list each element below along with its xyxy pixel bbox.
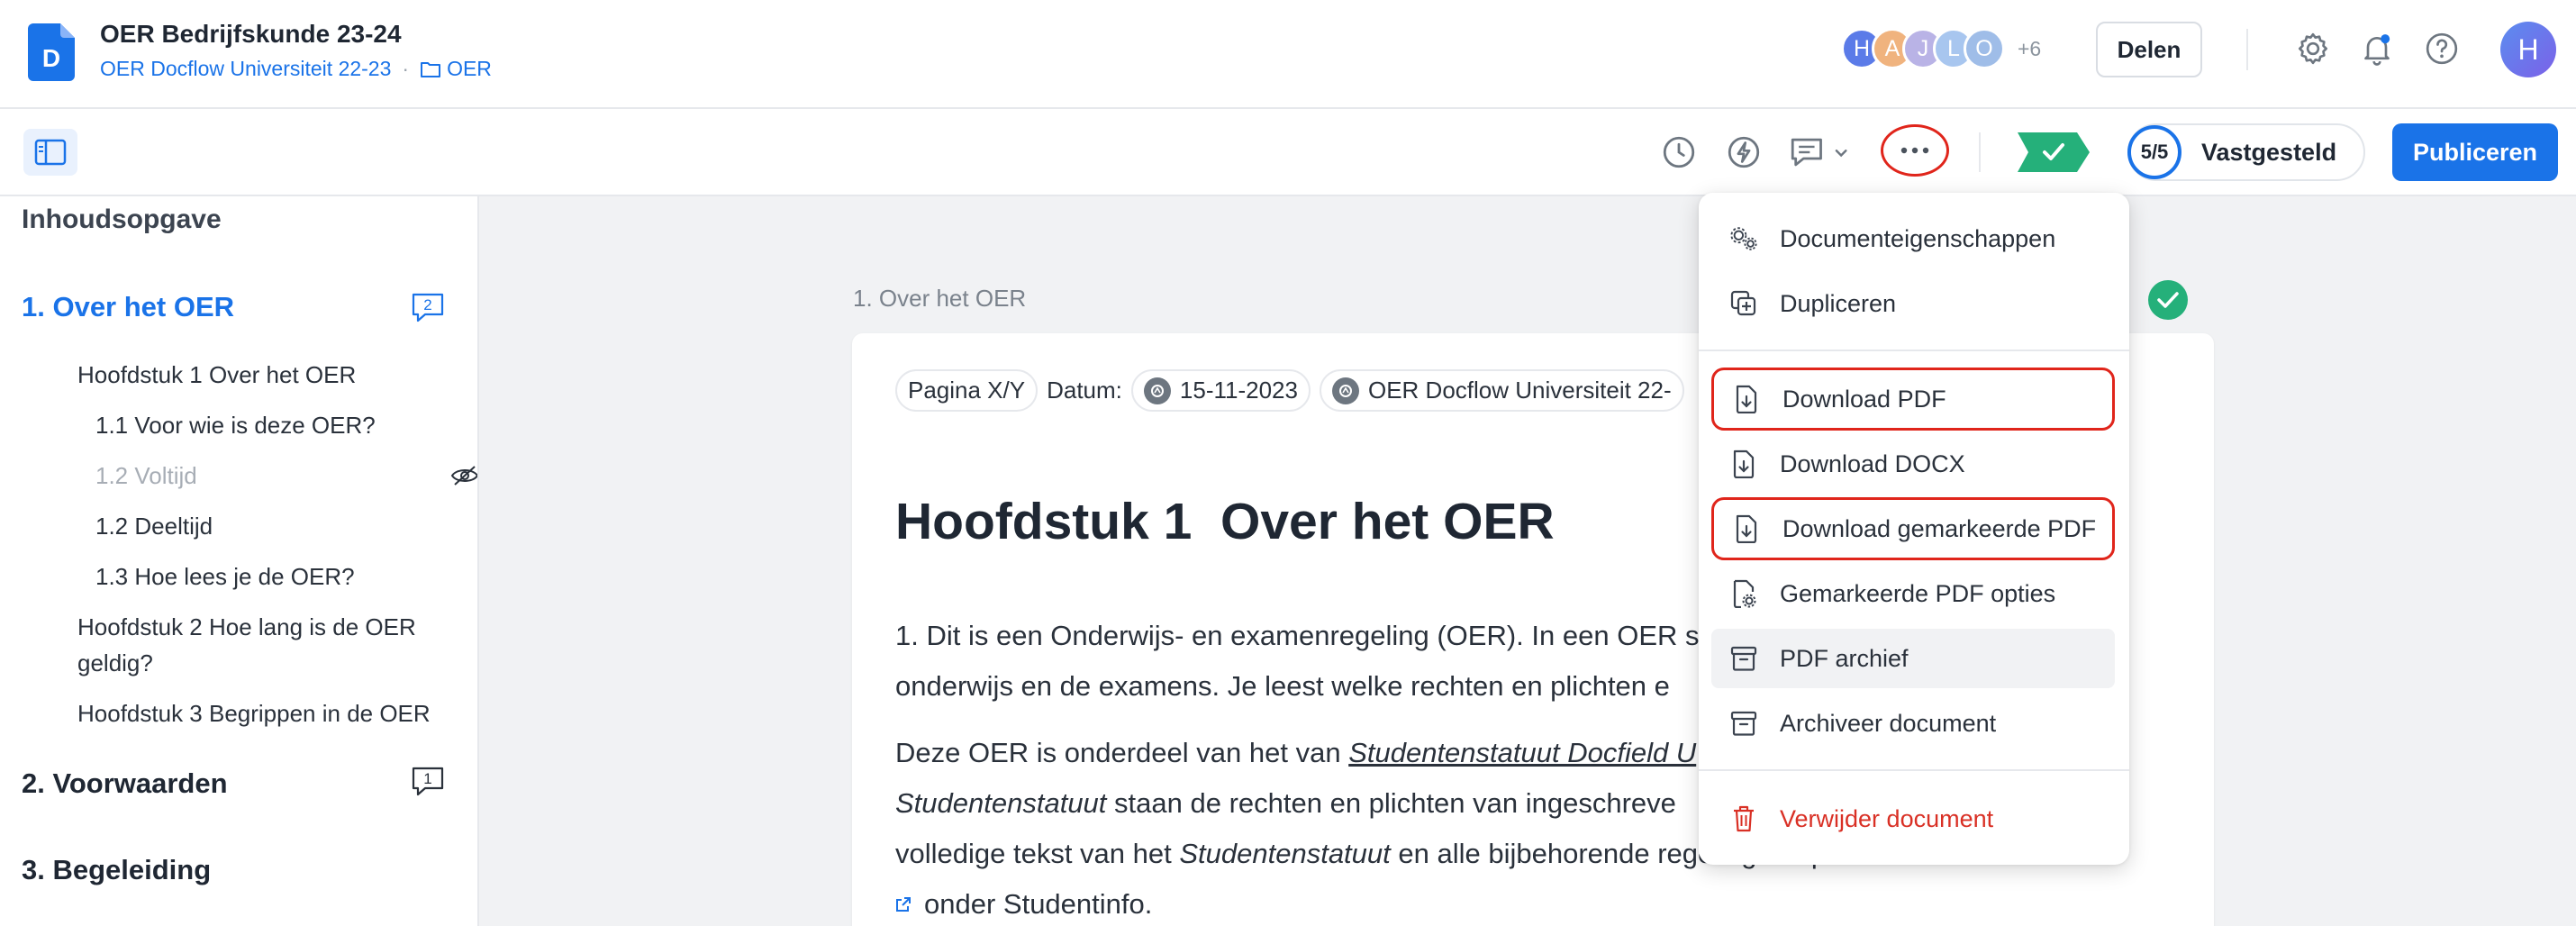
variable-icon [1331, 377, 1359, 404]
menu-item-download-marked-pdf[interactable]: Download gemarkeerde PDF [1711, 497, 2115, 560]
archive-icon [1729, 709, 1758, 738]
user-avatar[interactable]: H [2500, 22, 2556, 77]
breadcrumb-link[interactable]: OER Docflow Universiteit 22-23 [100, 57, 391, 81]
sidebar-icon [34, 139, 67, 166]
toc-item[interactable]: 1.1 Voor wie is deze OER? [95, 407, 376, 443]
paragraph-line: 1. Dit is een Onderwijs- en examenregeli… [895, 620, 1700, 651]
menu-item-pdf-archive[interactable]: PDF archief [1711, 629, 2115, 688]
table-of-contents: Inhoudsopgave 1. Over het OER 2 Hoofdstu… [0, 196, 479, 926]
document-title: OER Bedrijfskunde 23-24 [100, 20, 402, 48]
paragraph-line: Studentenstatuut staan de rechten en pli… [895, 787, 1676, 819]
studentenstatuut-link[interactable]: Studentenstatuut Docfield U [1348, 737, 1696, 768]
svg-text:1: 1 [423, 770, 431, 787]
menu-item-delete-document[interactable]: Verwijder document [1711, 789, 2115, 849]
workflow-status[interactable]: 5/5 Vastgesteld [2127, 123, 2365, 181]
toc-section-begeleiding[interactable]: 3. Begeleiding [22, 854, 211, 886]
source-chip[interactable]: OER Docflow Universiteit 22- [1319, 369, 1684, 412]
sidebar-toggle-button[interactable] [23, 129, 77, 176]
page-number-chip[interactable]: Pagina X/Y [895, 369, 1039, 412]
more-collaborators-count[interactable]: +6 [2018, 37, 2041, 61]
svg-text:2: 2 [423, 296, 431, 313]
menu-divider [1699, 350, 2129, 351]
section-approved-check-icon [2148, 280, 2188, 320]
toc-item[interactable]: Hoofdstuk 2 Hoe lang is de OER [77, 609, 416, 645]
external-link-icon[interactable] [895, 896, 912, 912]
toc-section-voorwaarden[interactable]: 2. Voorwaarden [22, 767, 228, 800]
more-options-menu: Documenteigenschappen Dupliceren Downloa… [1699, 193, 2129, 865]
hidden-eye-icon[interactable] [450, 463, 477, 488]
more-options-button[interactable] [1881, 124, 1949, 177]
menu-item-download-docx[interactable]: Download DOCX [1711, 434, 2115, 494]
comment-count-badge[interactable]: 1 [411, 766, 445, 798]
toc-item[interactable]: 1.3 Hoe lees je de OER? [95, 558, 355, 595]
comment-icon [1791, 138, 1847, 167]
toc-section-over-het-oer[interactable]: 1. Over het OER [22, 291, 234, 323]
divider [2246, 29, 2248, 70]
toc-title: Inhoudsopgave [22, 204, 222, 234]
share-button[interactable]: Delen [2096, 22, 2202, 77]
ellipsis-icon [1900, 147, 1929, 154]
svg-text:D: D [42, 44, 60, 72]
menu-item-document-properties[interactable]: Documenteigenschappen [1711, 209, 2115, 268]
menu-item-download-pdf[interactable]: Download PDF [1711, 368, 2115, 431]
history-clock-icon[interactable] [1660, 133, 1698, 171]
file-download-icon [1729, 449, 1758, 478]
status-label: Vastgesteld [2201, 138, 2337, 166]
document-icon[interactable]: D [28, 23, 75, 81]
trash-icon [1729, 804, 1758, 833]
variable-icon [1143, 377, 1171, 404]
breadcrumb-separator: · [402, 57, 410, 80]
toc-item[interactable]: Hoofdstuk 3 Begrippen in de OER [77, 695, 431, 731]
collaborator-avatars[interactable]: H A J L O +6 [1841, 28, 2041, 69]
file-download-icon [1732, 514, 1761, 543]
app-header: D OER Bedrijfskunde 23-24 OER Docflow Un… [0, 0, 2576, 109]
breadcrumb: OER Docflow Universiteit 22-23 · OER [100, 57, 492, 81]
date-chip[interactable]: 15-11-2023 [1130, 369, 1311, 412]
comment-count-badge[interactable]: 2 [411, 292, 445, 324]
file-download-icon [1732, 385, 1761, 413]
menu-item-archive-document[interactable]: Archiveer document [1711, 694, 2115, 753]
paragraph-line: onderwijs en de examens. Je leest welke … [895, 670, 1670, 702]
breadcrumb-folder-label: OER [447, 57, 492, 80]
archive-icon [1729, 644, 1758, 673]
menu-divider [1699, 769, 2129, 771]
file-settings-icon [1729, 579, 1758, 608]
publish-button[interactable]: Publiceren [2392, 123, 2558, 181]
document-toolbar: 5/5 Vastgesteld Publiceren [0, 109, 2576, 196]
automation-bolt-icon[interactable] [1725, 133, 1763, 171]
paragraph-line: onder Studentinfo. [895, 888, 1152, 921]
breadcrumb-folder[interactable]: OER [420, 57, 492, 81]
paragraph-line: Deze OER is onderdeel van het van Studen… [895, 737, 1697, 768]
gear-icon[interactable] [2295, 31, 2331, 67]
notification-bell-icon[interactable] [2359, 31, 2395, 67]
divider [1979, 132, 1981, 172]
menu-item-duplicate[interactable]: Dupliceren [1711, 274, 2115, 333]
toc-item[interactable]: 1.2 Deeltijd [95, 508, 213, 544]
folder-icon [421, 61, 441, 77]
help-icon[interactable] [2424, 31, 2460, 67]
section-label: 1. Over het OER [853, 285, 1027, 312]
toc-item-continued[interactable]: geldig? [77, 645, 153, 681]
toc-item-hidden[interactable]: 1.2 Voltijd [95, 458, 197, 494]
approved-check-flag-icon [2018, 132, 2090, 172]
toc-item[interactable]: Hoofdstuk 1 Over het OER [77, 357, 356, 393]
date-label: Datum: [1047, 377, 1122, 404]
document-canvas: 1. Over het OER Pagina X/Y Datum: 15-11-… [479, 196, 2576, 926]
status-progress-ring: 5/5 [2127, 125, 2181, 179]
settings-gears-icon [1729, 224, 1758, 253]
menu-item-marked-pdf-options[interactable]: Gemarkeerde PDF opties [1711, 564, 2115, 623]
comments-dropdown[interactable] [1788, 133, 1860, 171]
chapter-heading: Hoofdstuk 1 Over het OER [895, 493, 1555, 550]
page-header-meta: Pagina X/Y Datum: 15-11-2023 OER Docflow… [895, 369, 1684, 412]
avatar[interactable]: O [1964, 28, 2005, 69]
duplicate-icon [1729, 289, 1758, 318]
